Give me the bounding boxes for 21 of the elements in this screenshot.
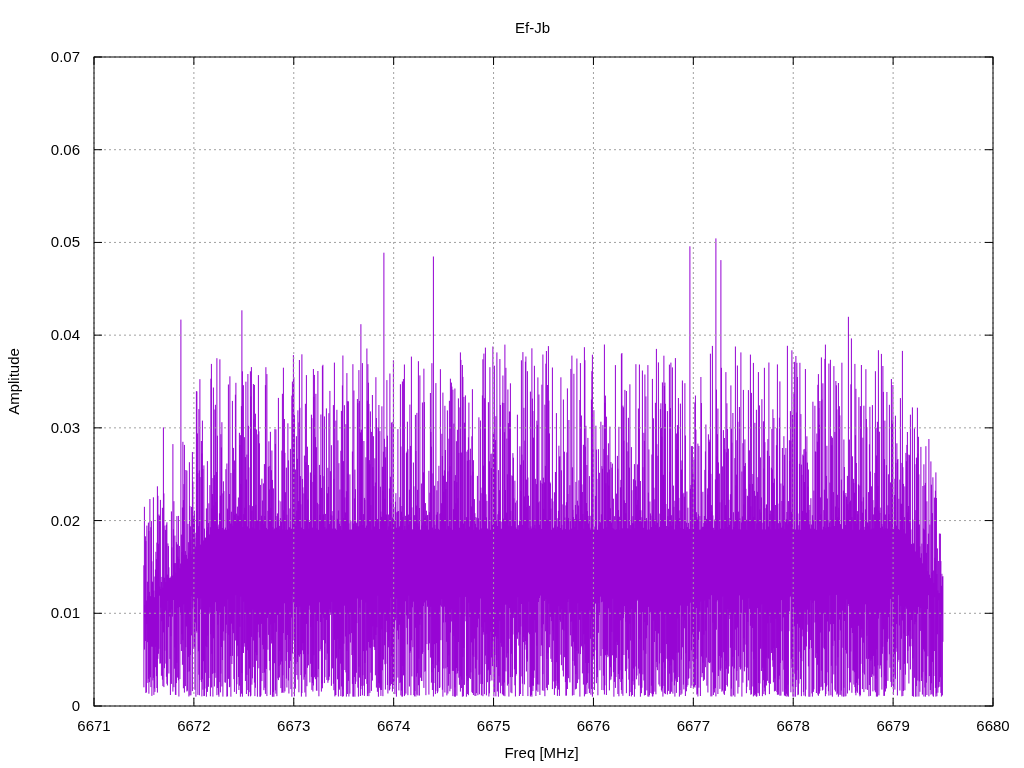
- tick-label: 0: [71, 697, 80, 714]
- chart-title: Ef-Jb: [515, 19, 550, 36]
- tick-label: 0.07: [50, 48, 80, 65]
- tick-label: 0.05: [50, 233, 80, 251]
- tick-label: 6672: [177, 717, 211, 734]
- axis-label: Amplitude: [5, 348, 22, 415]
- tick-label: 0.03: [50, 418, 80, 436]
- tick-label: 6675: [476, 717, 511, 734]
- tick-label: 6678: [776, 717, 810, 734]
- tick-label: 6673: [277, 717, 311, 734]
- tick-label: 0.02: [50, 511, 80, 529]
- tick-label: 6679: [876, 717, 910, 734]
- tick-label: 0.01: [50, 604, 80, 622]
- tick-label: 0.06: [50, 140, 80, 158]
- tick-label: 0.04: [50, 326, 80, 344]
- tick-label: 6680: [976, 717, 1010, 734]
- tick-label: 6677: [676, 717, 710, 734]
- axis-label: Freq [MHz]: [504, 744, 579, 761]
- tick-label: 6671: [77, 717, 111, 734]
- tick-label: 6676: [576, 717, 611, 734]
- tick-label: 6674: [377, 717, 411, 734]
